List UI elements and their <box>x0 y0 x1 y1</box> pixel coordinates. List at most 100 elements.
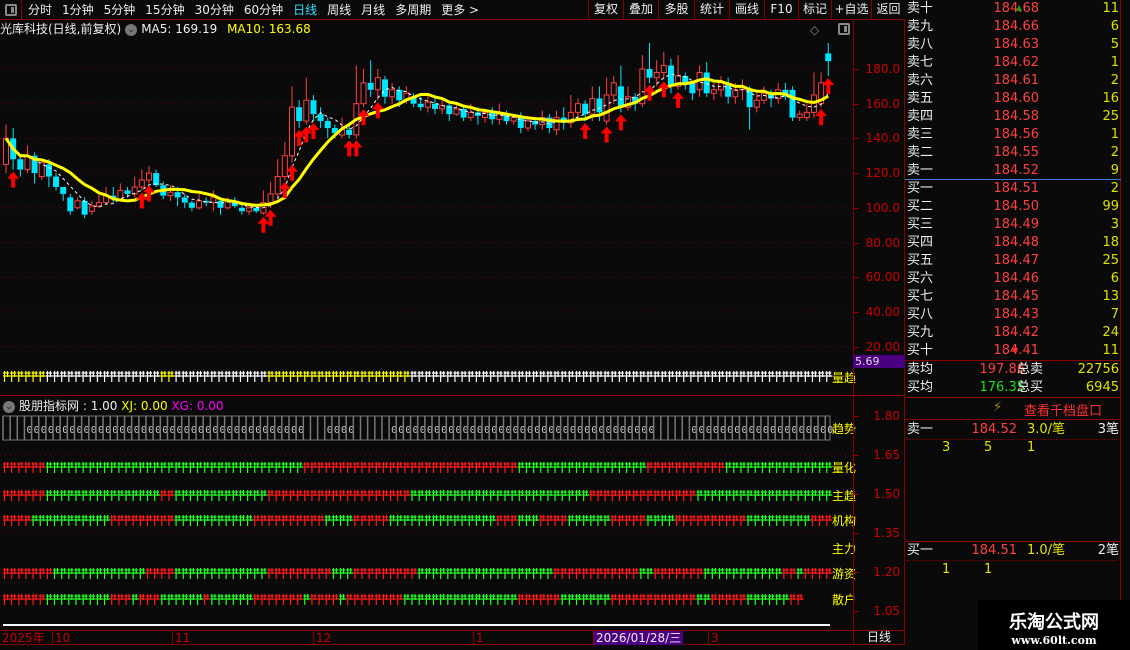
watermark-url: www.60lt.com <box>1011 634 1097 647</box>
buy-signal-arrow-icon <box>350 140 363 157</box>
candle-down <box>317 107 324 128</box>
level-volume: 11 <box>1102 343 1119 358</box>
level-price: 184.42 <box>993 325 1040 340</box>
chevron-down-icon[interactable]: ⌄ <box>3 400 15 413</box>
indicator-chart[interactable]: 0000000000000000000000000000000000000000… <box>0 397 853 629</box>
indicator-axis-label: 1.65 <box>873 448 900 462</box>
toolbar-button[interactable]: F10 <box>764 0 798 20</box>
tab-period[interactable]: 1分钟 <box>57 1 99 18</box>
axis-tick-label: 40.00 <box>865 304 900 319</box>
level-label: 买七 <box>907 289 934 304</box>
axis-tick <box>854 69 859 70</box>
axis-tick-label: 120.0 <box>865 166 900 181</box>
xg-value: XG: 0.00 <box>171 399 224 413</box>
axis-tick-label: 60.00 <box>865 270 900 285</box>
ma5-line <box>5 73 829 209</box>
toolbar-button[interactable]: +自选 <box>831 0 871 20</box>
signal-segment <box>410 490 590 501</box>
level-volume: 11 <box>1102 1 1119 16</box>
candle-up <box>360 69 367 108</box>
date-cursor: 2026/01/28/三 <box>593 631 684 645</box>
candle-down <box>782 82 789 101</box>
level-label: 卖六 <box>907 73 934 88</box>
tab-period[interactable]: 日线 <box>288 1 322 18</box>
level-price: 184.50 <box>993 199 1040 214</box>
candle-up <box>24 145 31 174</box>
level-volume: 6 <box>1110 19 1119 34</box>
toolbar-button[interactable]: 统计 <box>694 0 729 20</box>
indicator-axis-label: 1.05 <box>873 604 900 618</box>
asks-row: 卖六 184.61 2 <box>907 72 1119 90</box>
xj-value: XJ: 0.00 <box>121 399 168 413</box>
candle-up <box>739 79 746 101</box>
signal-segment <box>146 568 175 579</box>
panel-icon <box>4 3 17 16</box>
axis-tick <box>854 346 859 348</box>
level-price: 184.62 <box>993 55 1040 70</box>
toolbar-button[interactable]: 画线 <box>729 0 764 20</box>
label: 买均 <box>907 380 934 395</box>
candle-down <box>646 42 653 83</box>
tab-period[interactable]: 30分钟 <box>190 1 239 18</box>
toolbar-button[interactable]: 多股 <box>658 0 694 20</box>
candlestick-chart[interactable] <box>0 20 853 396</box>
signal-segment <box>174 568 268 579</box>
order-qty: 1 <box>942 562 951 577</box>
price: 184.52 <box>971 422 1018 437</box>
buy-signal-arrow-icon <box>672 91 685 108</box>
order-qty: 1 <box>984 562 993 577</box>
divider <box>905 397 1121 398</box>
level-label: 卖三 <box>907 127 934 142</box>
signal-segment <box>138 594 161 605</box>
buy-signal-arrow-icon <box>579 123 592 140</box>
order-qty: 3 <box>942 440 951 455</box>
tab-period[interactable]: 60分钟 <box>239 1 288 18</box>
level-volume: 18 <box>1102 235 1119 250</box>
level-label: 卖七 <box>907 55 934 70</box>
level-volume: 16 <box>1102 91 1119 106</box>
axis-tick <box>854 494 859 495</box>
candle-down <box>53 173 60 191</box>
signal-segment <box>174 490 268 501</box>
per-order: 1.0/笔 <box>1027 543 1066 558</box>
tab-period[interactable]: 分时 <box>23 1 57 18</box>
level-price: 184.66 <box>993 19 1040 34</box>
period-toolbar: 分时 1分钟 5分钟 15分钟 30分钟 60分钟 日线 周线 月线 多周期 更多 > 复权 叠加 多股… <box>0 0 905 20</box>
buy-signal-arrow-icon <box>257 216 270 233</box>
candle-down <box>446 103 453 122</box>
bid1-detail-row: 买一 184.51 1.0/笔 2笔 <box>907 542 1119 560</box>
tab-period[interactable]: 更多 > <box>436 1 484 18</box>
candle-down <box>689 82 696 101</box>
candle-up <box>74 197 81 210</box>
signal-segment <box>174 515 254 526</box>
panel-divider <box>0 395 853 396</box>
tab-period[interactable]: 5分钟 <box>99 1 141 18</box>
signal-segment <box>567 515 611 526</box>
level-volume: 25 <box>1102 253 1119 268</box>
candle-up <box>281 141 288 181</box>
buy-signal-arrow-icon <box>343 140 356 157</box>
toolbar-button[interactable]: 返回 <box>871 0 905 20</box>
candle-down <box>825 42 832 76</box>
view-level-link[interactable]: 查看千档盘口 <box>1024 400 1102 419</box>
level-volume: 2 <box>1110 73 1119 88</box>
period-indicator[interactable]: 日线 <box>853 630 905 645</box>
toolbar-button[interactable]: 标记 <box>798 0 831 20</box>
date-year: 2025年 <box>2 631 45 645</box>
candle-up <box>389 82 396 104</box>
toolbar-button[interactable]: 叠加 <box>623 0 658 20</box>
tab-period[interactable]: 月线 <box>356 1 390 18</box>
level-volume: 24 <box>1102 325 1119 340</box>
asks-row: 卖一 184.52 9 <box>907 162 1119 180</box>
tab-period[interactable]: 周线 <box>322 1 356 18</box>
candle-up <box>167 185 174 201</box>
toolbar-button[interactable]: 复权 <box>588 0 623 20</box>
panel-toggle-button[interactable] <box>0 0 22 20</box>
signal-segment <box>45 371 161 382</box>
tab-period[interactable]: 15分钟 <box>140 1 189 18</box>
total-sell: 22756 <box>1077 362 1119 377</box>
level-price: 184.43 <box>993 307 1040 322</box>
axis-tick <box>854 103 859 105</box>
tab-period[interactable]: 多周期 <box>390 1 436 18</box>
axis-tick <box>854 611 859 612</box>
